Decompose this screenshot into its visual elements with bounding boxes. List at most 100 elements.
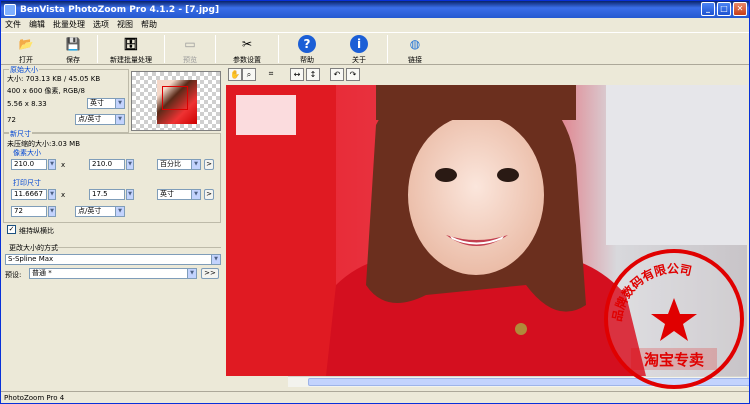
toolbar-separator [215, 35, 216, 63]
toolbar-button-2[interactable]: 🗄 新建批量处理 [100, 35, 162, 65]
photo-fringe [376, 85, 576, 120]
pixel-unit-select[interactable]: 百分比 ▼ [157, 159, 201, 170]
toolbar-button-6[interactable]: i 关于 [333, 35, 385, 65]
algorithm-value: S-Spline Max [8, 255, 54, 263]
new-size-label: 新尺寸 [9, 129, 32, 139]
toolbar-label: 预览 [183, 56, 197, 64]
menu-bar: 文件 编辑 批量处理 选项 视图 帮助 [1, 18, 749, 31]
original-file-size: 大小: 703.13 KB / 45.05 KB [7, 75, 101, 83]
toolbar-button-4[interactable]: ✂ 参数设置 [218, 35, 276, 65]
divider [56, 247, 221, 248]
fit-width-icon[interactable]: ↔ [290, 68, 304, 81]
toolbar-separator [164, 35, 165, 63]
view-toolbar: ✋ ⌕ ⌗ ↔ ↕ ↶ ↷ [226, 67, 749, 83]
close-button[interactable]: ✕ [733, 2, 747, 16]
title-bar[interactable]: BenVista PhotoZoom Pro 4.1.2 - [7.jpg] _… [1, 1, 749, 18]
fit-height-icon[interactable]: ↕ [306, 68, 320, 81]
settings-panel: 原始大小 大小: 703.13 KB / 45.05 KB 400 x 600 … [1, 65, 226, 391]
resize-method-label: 更改大小的方式 [9, 244, 58, 252]
seal-stamp: 品牌数码有限公司 淘宝专卖 [604, 249, 744, 389]
print-size-label: 打印尺寸 [12, 178, 42, 188]
print-res-unit: 点/英寸 [78, 207, 102, 215]
photo-bg-person [606, 85, 747, 245]
toolbar-button-7[interactable]: ◍ 链接 [390, 35, 440, 65]
keep-ratio-checkbox[interactable]: ✓ [7, 225, 16, 234]
menu-item-1[interactable]: 编辑 [29, 19, 45, 30]
original-dimensions: 5.56 x 8.33 [7, 100, 47, 108]
app-icon [4, 3, 16, 16]
chevron-down-icon: ▼ [191, 160, 200, 169]
hand-tool-icon[interactable]: ✋ [228, 68, 242, 81]
maximize-button[interactable]: □ [717, 2, 731, 16]
chevron-down-icon: ▼ [115, 115, 124, 124]
original-res-unit: 点/英寸 [78, 115, 102, 123]
print-width-input[interactable]: 11.6667 [11, 189, 47, 200]
pixel-height-input[interactable]: 210.0 [89, 159, 125, 170]
rotate-right-icon[interactable]: ↷ [346, 68, 360, 81]
print-width-spinner[interactable]: ▼ [48, 189, 56, 200]
original-dims-unit: 英寸 [90, 99, 104, 107]
toolbar-separator [97, 35, 98, 63]
preset-select[interactable]: 普通 * ▼ [29, 268, 197, 279]
minimize-button[interactable]: _ [701, 2, 715, 16]
info-icon: i [350, 35, 368, 53]
toolbar-button-1[interactable]: 💾 保存 [51, 35, 95, 65]
globe-icon: ◍ [409, 37, 421, 51]
print-unit: 英寸 [160, 190, 174, 198]
toolbar-button-3[interactable]: ▭ 预览 [167, 35, 213, 65]
menu-item-2[interactable]: 批量处理 [53, 19, 85, 30]
pixel-width-spinner[interactable]: ▼ [48, 159, 56, 170]
photo-face [408, 115, 544, 275]
photo-left-eye [435, 168, 457, 182]
toolbar-label: 打开 [19, 56, 33, 64]
menu-item-0[interactable]: 文件 [5, 19, 21, 30]
database-icon: 🗄 [123, 37, 139, 51]
menu-item-4[interactable]: 视图 [117, 19, 133, 30]
menu-item-3[interactable]: 选项 [93, 19, 109, 30]
folder-icon: 📂 [18, 37, 34, 51]
pixel-more-button[interactable]: > [204, 159, 214, 170]
chevron-down-icon: ▼ [115, 207, 124, 216]
viewport-rectangle[interactable] [162, 86, 188, 110]
help-icon: ? [298, 35, 316, 53]
toolbar-label: 新建批量处理 [110, 56, 152, 64]
toolbar-separator [278, 35, 279, 63]
floppy-icon: 💾 [65, 37, 81, 51]
original-res-unit-select[interactable]: 点/英寸 ▼ [75, 114, 125, 125]
zoom-tool-icon[interactable]: ⌕ [242, 68, 256, 81]
print-unit-select[interactable]: 英寸 ▼ [157, 189, 201, 200]
seal-stamp-text: 淘宝专卖 [643, 351, 704, 369]
print-height-input[interactable]: 17.5 [89, 189, 125, 200]
preview-thumbnail[interactable] [131, 71, 221, 131]
chevron-down-icon: ▼ [187, 269, 196, 278]
original-dims-unit-select[interactable]: 英寸 ▼ [87, 98, 125, 109]
photo-right-eye [497, 168, 519, 182]
chevron-down-icon: ▼ [191, 190, 200, 199]
app-window: BenVista PhotoZoom Pro 4.1.2 - [7.jpg] _… [0, 0, 750, 404]
preset-more-button[interactable]: >> [201, 268, 219, 279]
toolbar-separator [387, 35, 388, 63]
menu-item-5[interactable]: 帮助 [141, 19, 157, 30]
preset-value: 普通 * [32, 269, 52, 277]
algorithm-select[interactable]: S-Spline Max ▼ [5, 254, 221, 265]
crop-tool-icon[interactable]: ⌗ [264, 68, 278, 81]
tools-icon: ✂ [241, 37, 253, 51]
print-height-spinner[interactable]: ▼ [126, 189, 134, 200]
toolbar-button-5[interactable]: ? 帮助 [281, 35, 333, 65]
window-title: BenVista PhotoZoom Pro 4.1.2 - [7.jpg] [20, 4, 220, 15]
pixel-height-spinner[interactable]: ▼ [126, 159, 134, 170]
status-bar: PhotoZoom Pro 4 [1, 391, 749, 403]
print-more-button[interactable]: > [204, 189, 214, 200]
print-resolution-input[interactable]: 72 [11, 206, 47, 217]
preview-icon: ▭ [184, 37, 196, 51]
print-res-unit-select[interactable]: 点/英寸 ▼ [75, 206, 125, 217]
keep-ratio-label: 维持纵横比 [19, 227, 54, 235]
chevron-down-icon: ▼ [211, 255, 220, 264]
photo-button [515, 323, 527, 335]
times-symbol: x [61, 161, 66, 169]
pixel-width-input[interactable]: 210.0 [11, 159, 47, 170]
print-res-spinner[interactable]: ▼ [48, 206, 56, 217]
original-pixel-size: 400 x 600 像素, RGB/8 [7, 87, 85, 95]
rotate-left-icon[interactable]: ↶ [330, 68, 344, 81]
toolbar-button-0[interactable]: 📂 打开 [1, 35, 51, 65]
